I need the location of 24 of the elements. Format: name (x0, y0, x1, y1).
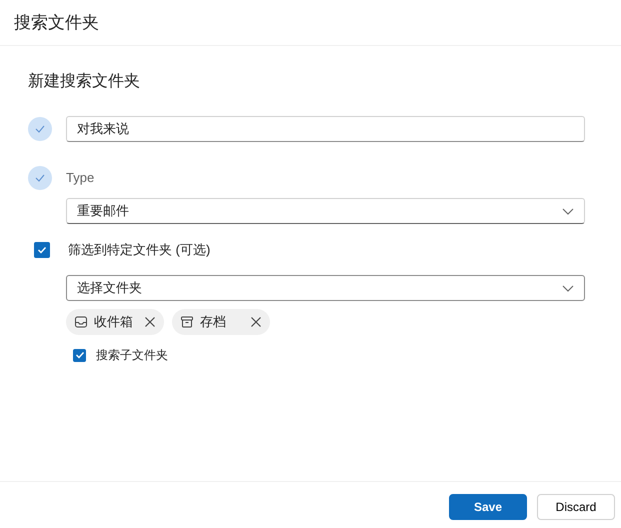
folder-chip[interactable]: 收件箱 (66, 309, 164, 335)
dialog-title: 搜索文件夹 (14, 12, 99, 34)
checkbox-label: 筛选到特定文件夹 (可选) (68, 241, 210, 260)
chip-label: 收件箱 (94, 313, 134, 332)
checkmark-icon (74, 351, 84, 359)
field-label: Type (66, 169, 94, 188)
name-field[interactable]: 对我来说 (66, 116, 585, 142)
checkbox[interactable] (34, 242, 50, 258)
chevron-down-icon (562, 284, 574, 292)
type-dropdown[interactable]: 重要邮件 (66, 198, 585, 224)
chip-label: 存档 (200, 313, 227, 332)
inbox-tray-icon (74, 315, 88, 329)
chevron-down-icon (562, 208, 574, 214)
remove-icon[interactable] (144, 316, 156, 328)
folder-dropdown[interactable]: 选择文件夹 (66, 275, 585, 301)
checkbox-label: 搜索子文件夹 (96, 347, 168, 364)
remove-icon[interactable] (250, 316, 262, 328)
archive-box-icon (180, 315, 194, 329)
discard-button[interactable]: Discard (537, 494, 615, 520)
checkmark-icon (37, 246, 47, 254)
checkbox[interactable] (73, 348, 86, 362)
section-heading: 新建搜索文件夹 (28, 72, 141, 92)
folder-chip[interactable]: 存档 (172, 309, 270, 335)
save-button[interactable]: Save (449, 494, 527, 520)
